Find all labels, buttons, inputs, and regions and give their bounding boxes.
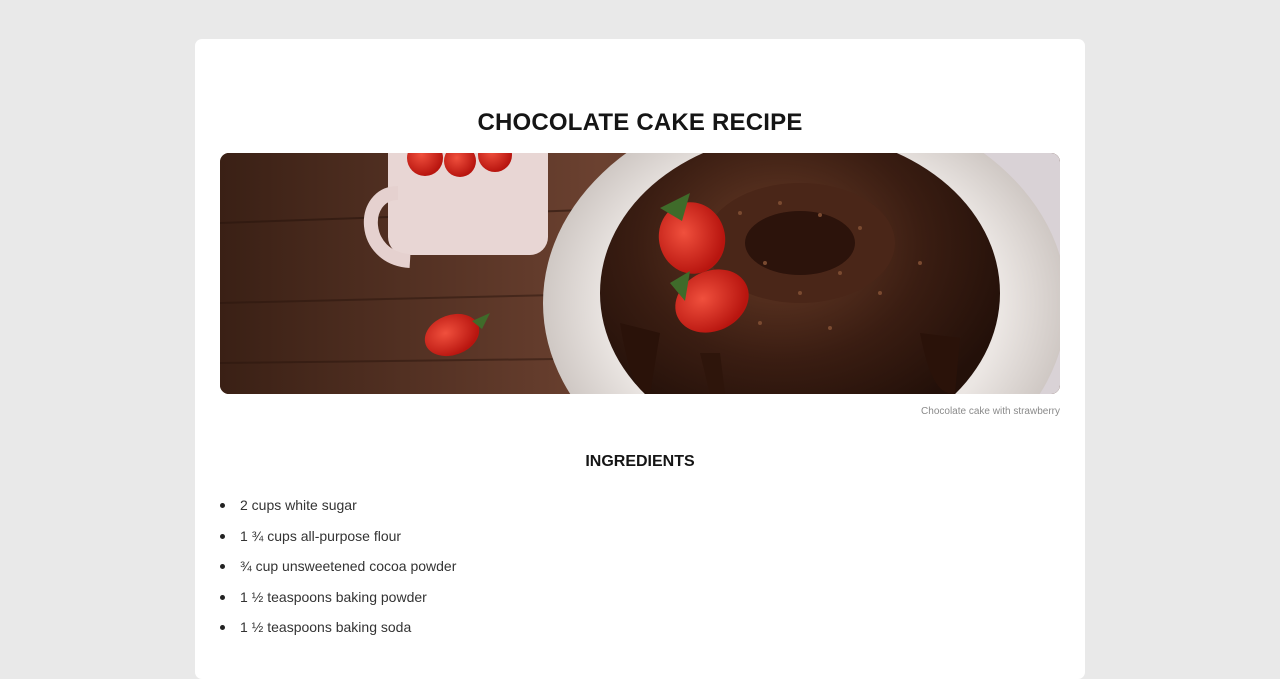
- list-item: 2 cups white sugar: [220, 494, 456, 525]
- image-caption: Chocolate cake with strawberry: [921, 406, 1060, 417]
- list-item: ¾ cup unsweetened cocoa powder: [220, 555, 456, 586]
- ingredients-list: 2 cups white sugar 1 ¾ cups all-purpose …: [220, 494, 456, 647]
- list-item: 1 ½ teaspoons baking soda: [220, 616, 456, 647]
- ingredient-text: 1 ½ teaspoons baking soda: [240, 619, 412, 636]
- ingredients-heading: INGREDIENTS: [585, 453, 695, 470]
- list-item: 1 ¾ cups all-purpose flour: [220, 525, 456, 556]
- bullet-icon: [220, 625, 225, 631]
- ingredient-text: ¾ cup unsweetened cocoa powder: [240, 558, 457, 575]
- chocolate-cake-image: [220, 153, 1060, 394]
- bullet-icon: [220, 533, 225, 539]
- ingredient-text: 1 ¾ cups all-purpose flour: [240, 527, 402, 544]
- list-item: 1 ½ teaspoons baking powder: [220, 586, 456, 617]
- bullet-icon: [220, 594, 225, 600]
- bullet-icon: [220, 503, 225, 508]
- recipe-card: CHOCOLATE CAKE RECIPE Chocolate cake wit…: [195, 39, 1085, 679]
- page-title: CHOCOLATE CAKE RECIPE: [477, 109, 803, 136]
- ingredient-text: 1 ½ teaspoons baking powder: [240, 588, 427, 605]
- bullet-icon: [220, 564, 225, 570]
- ingredient-text: 2 cups white sugar: [240, 497, 357, 513]
